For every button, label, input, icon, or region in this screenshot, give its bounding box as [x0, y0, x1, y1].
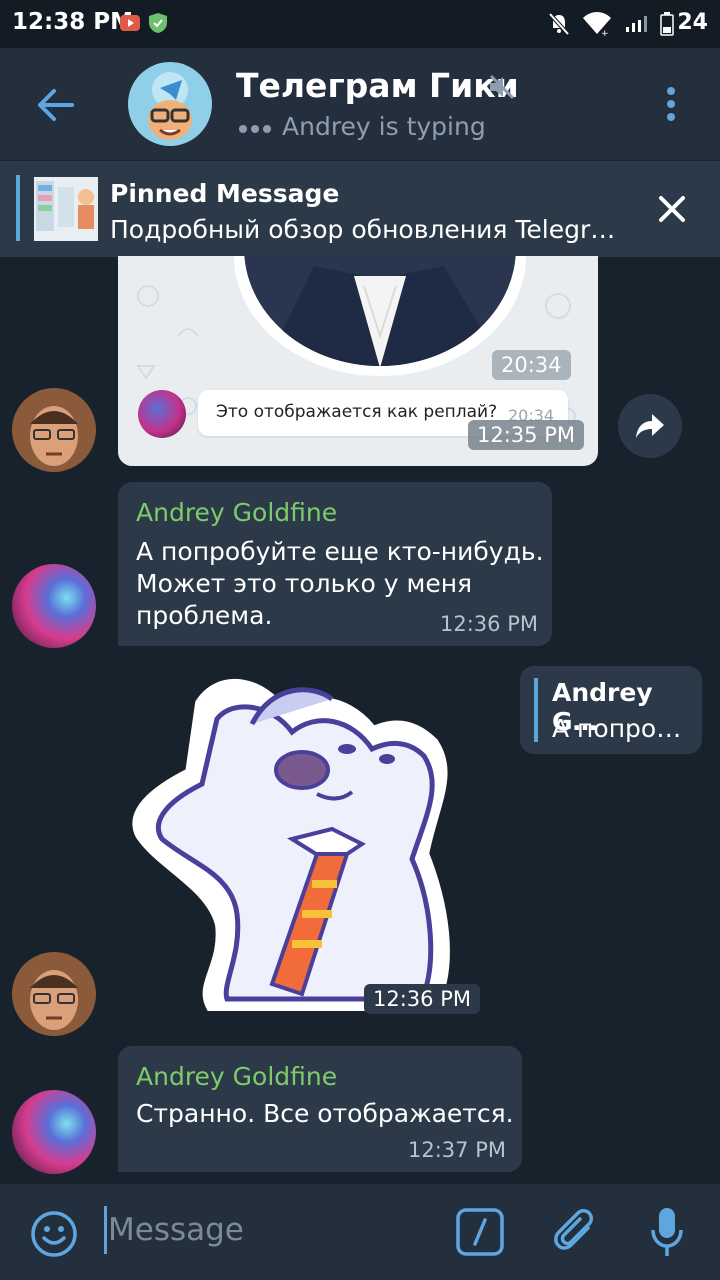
wifi-icon: + — [583, 12, 611, 36]
avatar-andrey-goldfine[interactable] — [12, 564, 96, 648]
message-time: 12:36 PM — [440, 612, 538, 636]
reply-avatar — [138, 390, 186, 438]
text-cursor — [104, 1206, 107, 1254]
shield-icon — [149, 13, 167, 33]
close-icon[interactable] — [658, 195, 686, 223]
avatar-andrey-photo[interactable] — [12, 388, 96, 472]
muted-speaker-icon — [489, 74, 515, 100]
reply-preview-bubble[interactable]: Andrey G… А попро… — [520, 666, 702, 754]
pinned-text: Подробный обзор обновления Telegr… — [110, 215, 616, 244]
bot-command-icon[interactable] — [456, 1208, 504, 1256]
message-time: 12:35 PM — [468, 420, 584, 450]
reply-text: А попро… — [552, 714, 682, 743]
round-video-frame — [234, 256, 526, 376]
polar-bear-sticker[interactable] — [132, 664, 472, 1024]
message-input-bar: Message — [0, 1184, 720, 1280]
reply-accent-line — [534, 678, 538, 742]
microphone-icon[interactable] — [650, 1206, 684, 1260]
avatar-andrey-goldfine[interactable] — [12, 1090, 96, 1174]
chat-title[interactable]: Телеграм Гики — [236, 66, 519, 105]
avatar-photo — [12, 952, 96, 1036]
avatar-andrey-photo[interactable] — [12, 952, 96, 1036]
status-bar: 12:38 PM + 24 — [0, 0, 720, 48]
video-inner-time: 20:34 — [492, 350, 571, 380]
sticker-time: 12:36 PM — [364, 984, 480, 1014]
share-button[interactable] — [618, 394, 682, 458]
typing-dots-icon — [239, 125, 271, 133]
more-options-icon[interactable] — [664, 86, 678, 122]
youtube-notification-icon — [120, 15, 140, 31]
attach-icon[interactable] — [552, 1208, 600, 1258]
battery-icon — [660, 12, 674, 36]
battery-level: 24 — [677, 10, 708, 35]
message-time: 12:37 PM — [408, 1138, 506, 1162]
pinned-label: Pinned Message — [110, 179, 340, 208]
signal-icon — [626, 16, 647, 32]
avatar-photo — [12, 388, 96, 472]
svg-text:+: + — [601, 29, 609, 36]
pinned-thumbnail — [34, 177, 98, 241]
message-bubble[interactable]: Andrey Goldfine А попробуйте еще кто-ниб… — [118, 482, 552, 646]
group-avatar[interactable] — [128, 62, 212, 146]
message-bubble[interactable]: Andrey Goldfine Странно. Все отображаетс… — [118, 1046, 522, 1172]
message-line: Может это только у меня — [136, 569, 473, 598]
message-input[interactable]: Message — [108, 1212, 244, 1248]
share-arrow-icon — [636, 414, 664, 438]
round-video-thumbnail — [244, 256, 516, 366]
emoji-icon[interactable] — [30, 1210, 78, 1258]
pinned-message-bar[interactable]: Pinned Message Подробный обзор обновлени… — [0, 160, 720, 257]
chat-header: Телеграм Гики Andrey is typing — [0, 48, 720, 160]
message-text: Странно. Все отображается. — [136, 1099, 514, 1128]
typing-status: Andrey is typing — [282, 112, 486, 141]
sender-name[interactable]: Andrey Goldfine — [136, 498, 337, 527]
sender-name[interactable]: Andrey Goldfine — [136, 1062, 337, 1091]
message-video[interactable]: 20:34 Это отображается как реплай? 20:34… — [118, 256, 598, 466]
back-arrow-icon[interactable] — [36, 88, 74, 122]
bell-muted-icon — [548, 12, 570, 36]
pinned-accent-line — [16, 175, 20, 241]
message-line: А попробуйте еще кто-нибудь. — [136, 537, 544, 566]
reply-text: Это отображается как реплай? — [216, 402, 498, 422]
status-time: 12:38 PM — [12, 9, 133, 35]
